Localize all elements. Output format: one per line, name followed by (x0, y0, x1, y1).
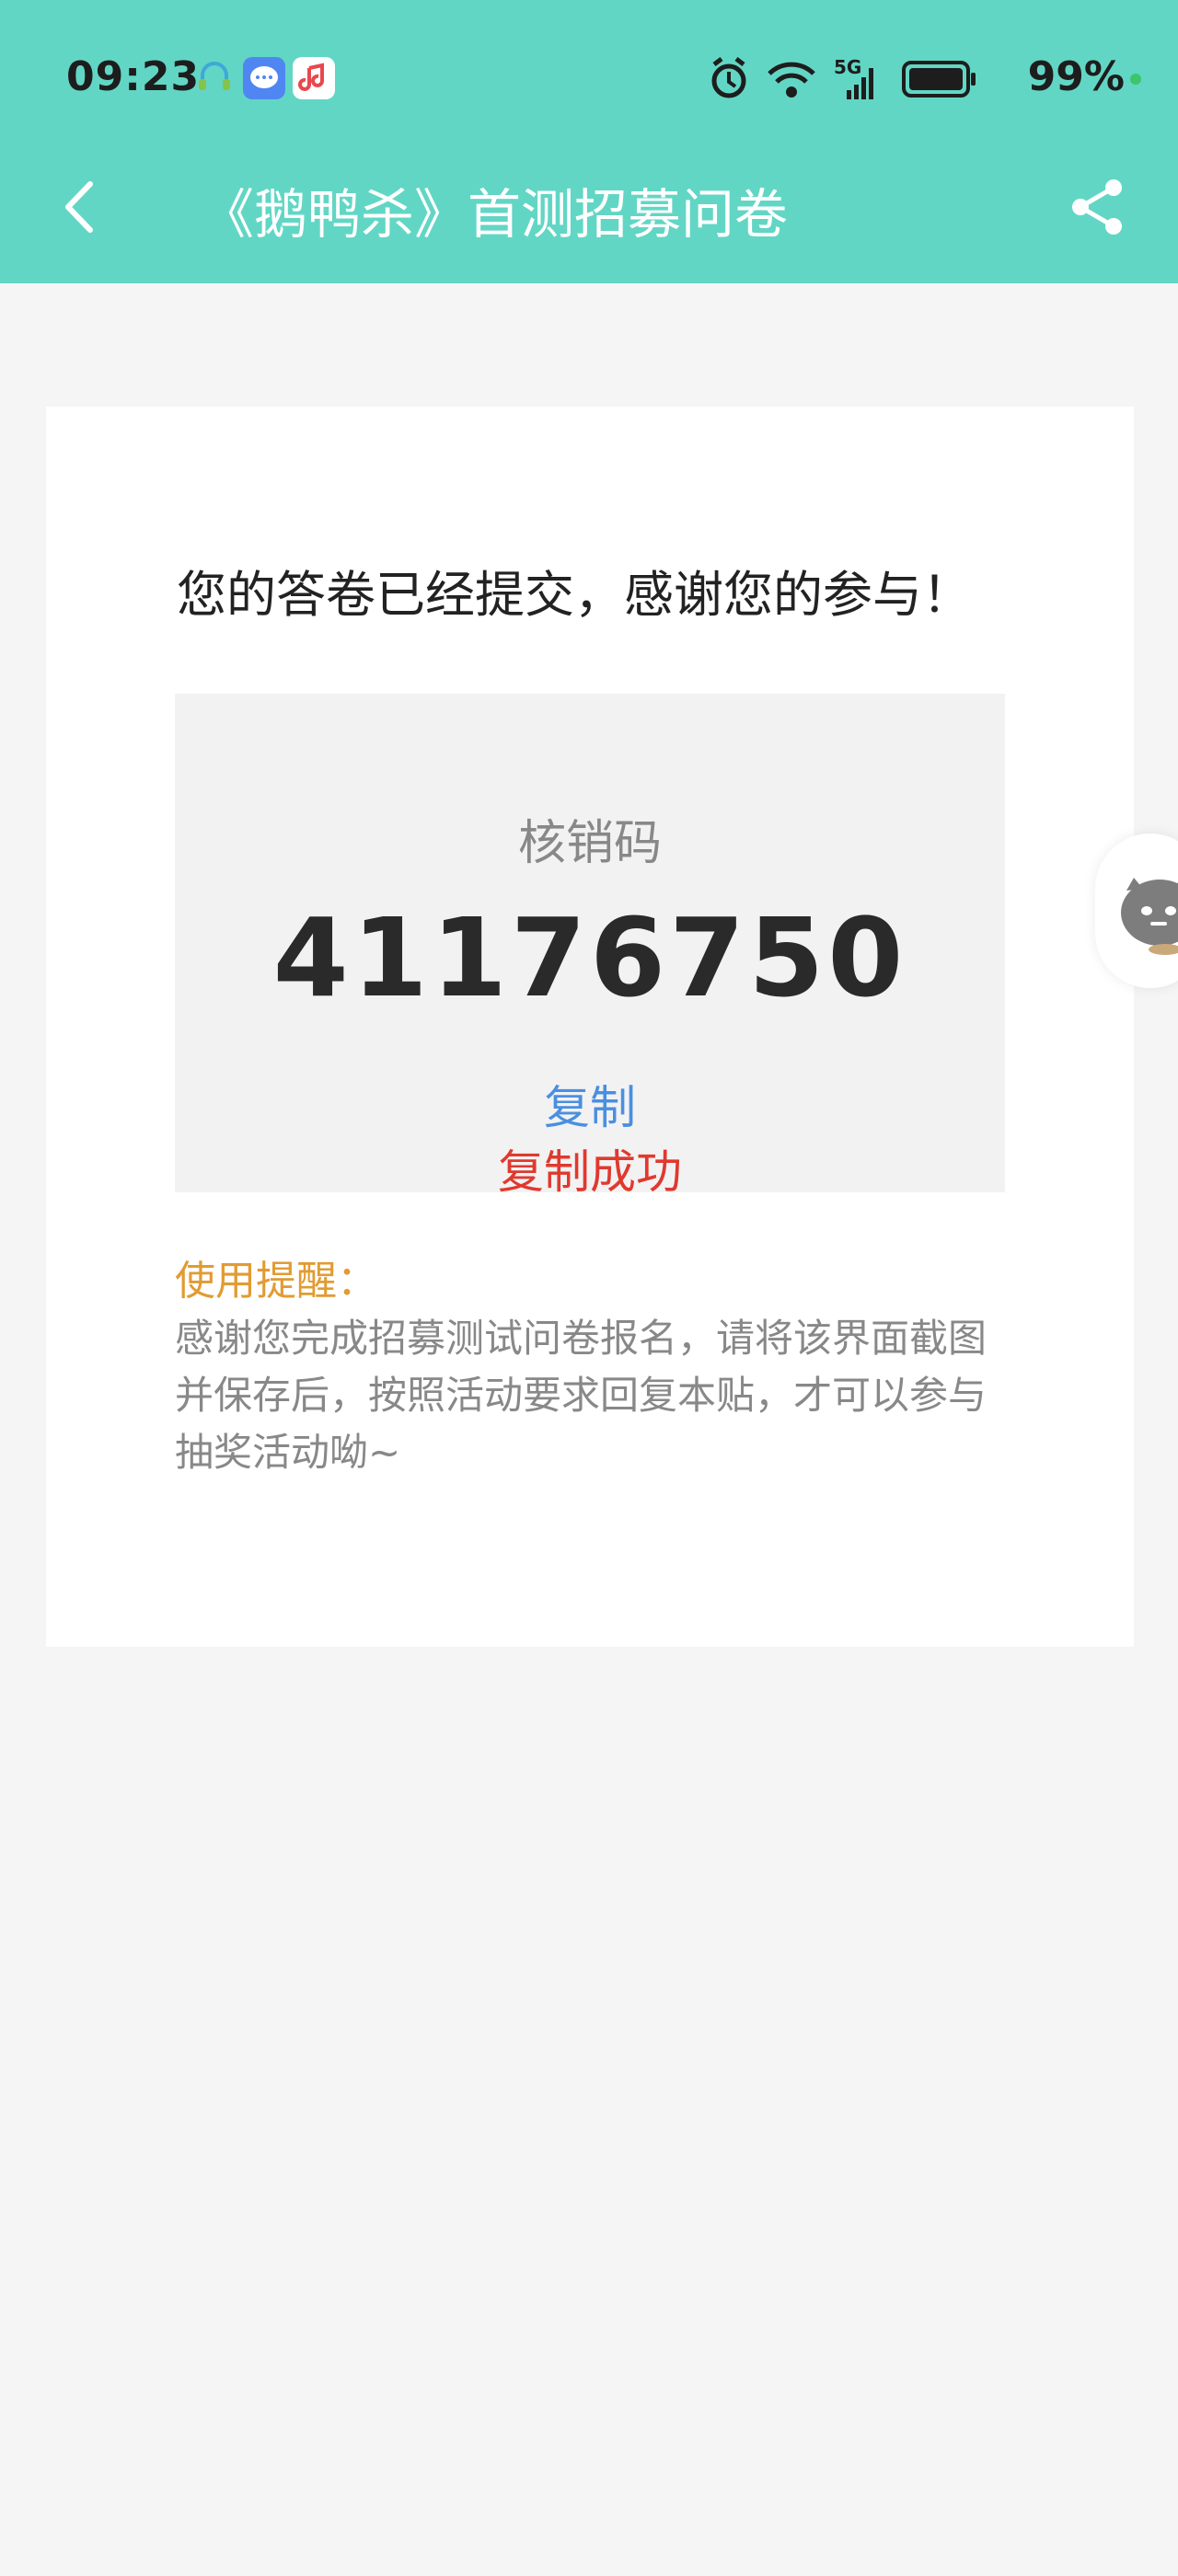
tip-body: 感谢您完成招募测试问卷报名，请将该界面截图并保存后，按照活动要求回复本贴，才可以… (175, 1316, 987, 1475)
system-icons: 5G (711, 56, 976, 99)
wifi-icon (768, 62, 815, 98)
status-dot (1130, 74, 1141, 85)
code-value: 41176750 (272, 894, 907, 1021)
result-card: 您的答卷已经提交，感谢您的参与！ 核销码 41176750 复制 复制成功 使用… (46, 407, 1134, 1647)
submitted-message: 您的答卷已经提交，感谢您的参与！ (177, 566, 972, 624)
tip-title: 使用提醒： (175, 1258, 377, 1305)
mascot-icon (1121, 878, 1178, 955)
alarm-icon (711, 57, 746, 98)
page-title: 《鹅鸭杀》首测招募问卷 (201, 183, 789, 246)
share-icon (1072, 179, 1122, 235)
svg-text:5G: 5G (834, 56, 861, 78)
battery-percent: 99% (1027, 53, 1125, 100)
status-time: 09:23 (66, 53, 201, 100)
status-bar: 09:23 5G 99% (0, 0, 1178, 158)
share-button[interactable] (1066, 175, 1130, 239)
music-icon (293, 57, 335, 99)
back-button[interactable] (55, 175, 107, 239)
copy-button[interactable]: 复制 (175, 1071, 1005, 1137)
floating-assistant-button[interactable] (1095, 834, 1178, 988)
chat-icon (243, 57, 285, 99)
redeem-code-box: 核销码 41176750 复制 复制成功 (175, 694, 1005, 1199)
code-label: 核销码 (517, 816, 662, 871)
copy-success-text: 复制成功 (498, 1145, 682, 1199)
headset-icon (193, 57, 236, 99)
app-header: 09:23 5G 99% 《鹅鸭杀》首测招募问卷 (0, 0, 1178, 283)
signal-5g-icon: 5G (834, 56, 873, 99)
battery-icon (902, 61, 976, 98)
chevron-left-icon (65, 181, 93, 233)
